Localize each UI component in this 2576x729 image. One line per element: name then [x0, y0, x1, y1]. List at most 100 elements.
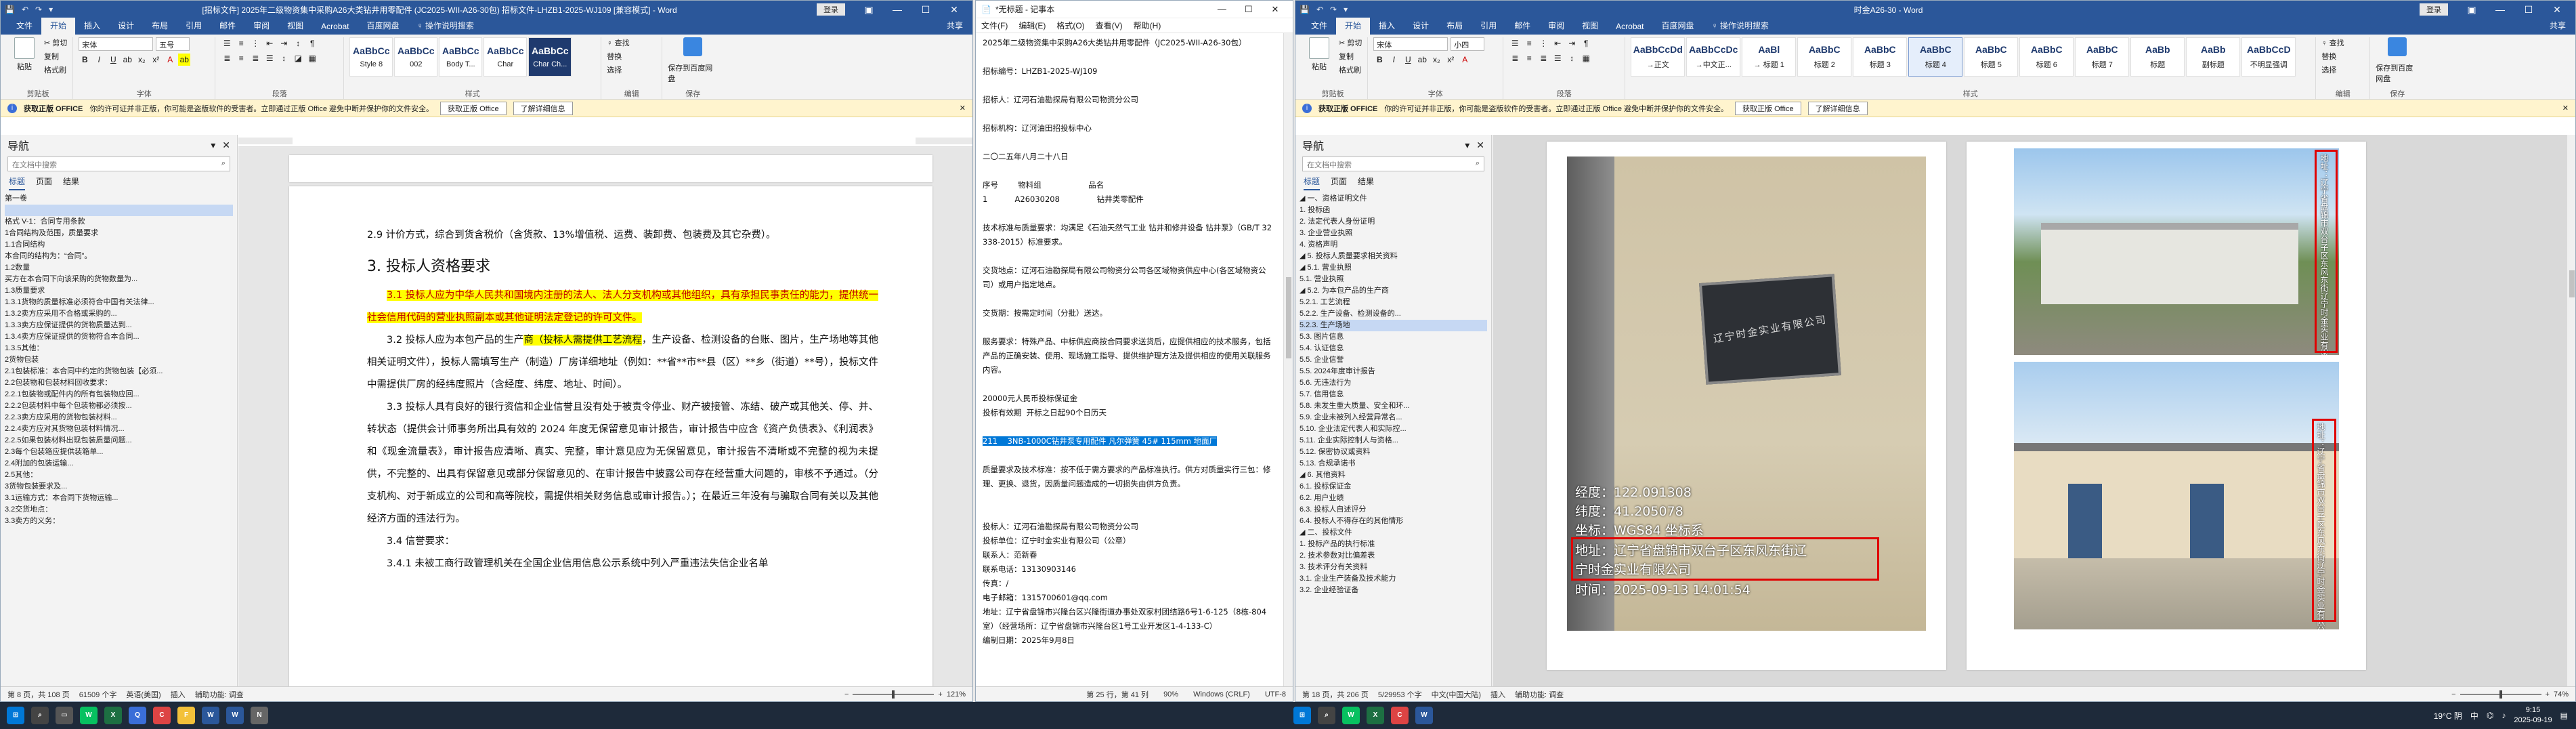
nav-item[interactable]: 2.2.3卖方应采用的货物包装材料...: [5, 412, 233, 423]
style-item[interactable]: AaBbCc 002: [394, 37, 438, 77]
tell-me-search[interactable]: ♀ 操作说明搜索: [408, 18, 483, 35]
tab-file[interactable]: 文件: [7, 18, 41, 35]
zoom-slider[interactable]: [853, 690, 935, 699]
justify-icon[interactable]: ☰: [263, 52, 276, 64]
insert-mode[interactable]: 插入: [171, 689, 186, 700]
nav-item[interactable]: 5.2.3. 生产场地: [1300, 320, 1487, 331]
style-item[interactable]: AaBb 标题: [2130, 37, 2185, 77]
select-button[interactable]: 选择: [607, 64, 656, 75]
tab-design[interactable]: 设计: [1404, 18, 1438, 35]
nav-item[interactable]: 2.5其他：: [5, 470, 233, 481]
close-icon[interactable]: ✕: [960, 104, 966, 112]
language[interactable]: 英语(美国): [126, 689, 160, 700]
maximize-button[interactable]: ☐: [2514, 4, 2543, 16]
page-count[interactable]: 第 8 页，共 108 页: [7, 689, 70, 700]
nav-item[interactable]: 1.3.1货物的质量标准必须符合中国有关法律...: [5, 297, 233, 308]
nav-item[interactable]: 6.2. 用户业绩: [1300, 493, 1487, 504]
accessibility[interactable]: 辅助功能: 调查: [195, 689, 244, 700]
superscript-button[interactable]: x²: [1444, 54, 1457, 66]
search-icon[interactable]: ⌕: [31, 707, 49, 724]
close-icon[interactable]: ✕: [1476, 140, 1484, 151]
nav-item[interactable]: 2.2.4卖方应对其货物包装材料情况...: [5, 423, 233, 435]
nav-search-input[interactable]: 在文档中搜索 ⌕: [1302, 157, 1484, 171]
style-item[interactable]: AaBbCcDc →中文正...: [1686, 37, 1741, 77]
nav-item[interactable]: 3.2. 企业经验证备: [1300, 585, 1487, 596]
language[interactable]: 中文(中国大陆): [1432, 689, 1481, 700]
italic-button[interactable]: I: [93, 54, 105, 66]
menu-file[interactable]: 文件(F): [981, 20, 1008, 31]
line-spacing-icon[interactable]: ↕: [1566, 52, 1578, 64]
qq-icon[interactable]: Q: [129, 707, 146, 724]
format-painter-button[interactable]: 格式刷: [1339, 64, 1362, 75]
word-icon-2[interactable]: W: [226, 707, 244, 724]
maximize-button[interactable]: ☐: [911, 4, 940, 16]
zoom-level[interactable]: 121%: [947, 690, 966, 699]
document-page[interactable]: 辽宁时金实业有限公司 经度：122.091308 纬度：41.205078 坐标…: [1547, 142, 1946, 670]
align-center-icon[interactable]: ≡: [1523, 52, 1535, 64]
tab-layout[interactable]: 布局: [1438, 18, 1472, 35]
nav-tab-headings[interactable]: 标题: [9, 175, 26, 190]
nav-item[interactable]: ◢ 6. 其他资料: [1300, 470, 1487, 481]
nav-item[interactable]: ◢ 5. 投标人质量要求相关资料: [1300, 251, 1487, 262]
style-item[interactable]: AaBl → 标题 1: [1742, 37, 1797, 77]
tab-insert[interactable]: 插入: [1370, 18, 1404, 35]
tab-references[interactable]: 引用: [177, 18, 211, 35]
zoom-out-icon[interactable]: −: [2451, 690, 2455, 699]
zoom-in-icon[interactable]: +: [2546, 690, 2550, 699]
replace-button[interactable]: 替换: [607, 51, 656, 62]
bold-button[interactable]: B: [79, 54, 91, 66]
tab-acrobat[interactable]: Acrobat: [312, 20, 358, 35]
close-icon[interactable]: ✕: [2562, 104, 2569, 112]
tab-view[interactable]: 视图: [1573, 18, 1607, 35]
get-genuine-button[interactable]: 获取正版 Office: [440, 101, 507, 115]
superscript-button[interactable]: x²: [150, 54, 162, 66]
tab-baidu[interactable]: 百度网盘: [1653, 18, 1703, 35]
minimize-button[interactable]: —: [1209, 4, 1234, 14]
borders-icon[interactable]: ▦: [306, 52, 318, 64]
font-color-button[interactable]: A: [164, 54, 176, 66]
start-icon[interactable]: ⊞: [1293, 707, 1311, 724]
highlight-button[interactable]: ab: [178, 54, 191, 66]
nav-search-input[interactable]: 在文档中搜索 ⌕: [7, 157, 230, 171]
select-button[interactable]: 选择: [2321, 64, 2364, 75]
style-item[interactable]: AaBbC 标题 6: [2019, 37, 2074, 77]
tab-home[interactable]: 开始: [1336, 18, 1371, 35]
font-size-select[interactable]: 小四: [1451, 37, 1485, 51]
nav-item[interactable]: 6.3. 投标人自述评分: [1300, 504, 1487, 516]
ribbon-display-icon[interactable]: ▣: [855, 4, 883, 16]
excel-icon[interactable]: X: [104, 707, 122, 724]
ribbon-display-icon[interactable]: ▣: [2457, 4, 2486, 16]
bold-button[interactable]: B: [1373, 54, 1386, 66]
explorer-icon[interactable]: F: [177, 707, 195, 724]
nav-item[interactable]: 5.5. 企业信誉: [1300, 354, 1487, 366]
line-spacing-icon[interactable]: ↕: [278, 52, 290, 64]
menu-help[interactable]: 帮助(H): [1134, 20, 1161, 31]
tab-mailings[interactable]: 邮件: [211, 18, 244, 35]
nav-item[interactable]: 2. 技术参数对比偏差表: [1300, 550, 1487, 562]
tab-home[interactable]: 开始: [41, 18, 76, 35]
decrease-indent-icon[interactable]: ⇤: [263, 37, 276, 49]
notepad-icon[interactable]: N: [251, 707, 268, 724]
network-icon[interactable]: ⌬: [2487, 711, 2493, 720]
nav-item[interactable]: 格式 V-1：合同专用条款: [5, 216, 233, 228]
nav-item[interactable]: 1.3.3卖方应保证提供的货物质量达到...: [5, 320, 233, 331]
chevron-down-icon[interactable]: ▾: [1465, 140, 1469, 151]
customize-icon[interactable]: ▾: [1344, 5, 1348, 14]
justify-icon[interactable]: ☰: [1551, 52, 1564, 64]
tab-design[interactable]: 设计: [109, 18, 143, 35]
notepad-text-area[interactable]: 2025年二级物资集中采购A26大类钻井用零配件（JC2025-WII-A26-…: [976, 33, 1283, 686]
nav-item[interactable]: 6.4. 投标人不得存在的其他情形: [1300, 516, 1487, 527]
nav-item[interactable]: 2. 法定代表人身份证明: [1300, 216, 1487, 228]
vertical-scrollbar[interactable]: [2567, 135, 2575, 688]
maximize-button[interactable]: ☐: [1237, 4, 1261, 15]
tab-file[interactable]: 文件: [1302, 18, 1336, 35]
zoom-in-icon[interactable]: +: [938, 690, 942, 699]
nav-item[interactable]: 1.1合同结构: [5, 239, 233, 251]
wechat-icon[interactable]: W: [80, 707, 98, 724]
zoom-level[interactable]: 74%: [2554, 690, 2569, 699]
nav-item[interactable]: 5.10. 企业法定代表人和实际控...: [1300, 423, 1487, 435]
tab-acrobat[interactable]: Acrobat: [1607, 20, 1652, 35]
subscript-button[interactable]: x₂: [135, 54, 148, 66]
style-item[interactable]: AaBbC 标题 7: [2075, 37, 2130, 77]
page-count[interactable]: 第 18 页，共 206 页: [1302, 689, 1369, 700]
